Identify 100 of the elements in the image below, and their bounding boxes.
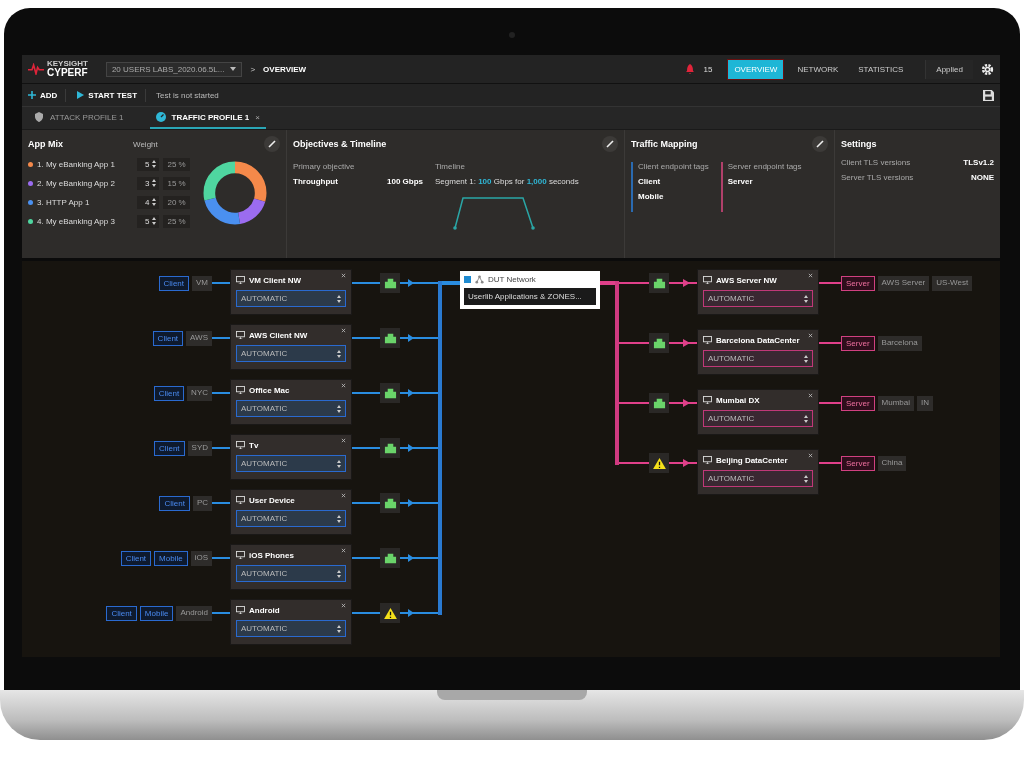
breadcrumb[interactable]: OVERVIEW xyxy=(263,64,307,74)
endpoint-card[interactable]: Beijing DataCenter AUTOMATIC xyxy=(697,449,819,495)
weight-spinner[interactable]: 5 xyxy=(137,157,160,171)
endpoint-tag[interactable]: Client xyxy=(120,551,152,566)
close-tab-button[interactable]: × xyxy=(255,112,260,122)
endpoint-card[interactable]: Mumbai DX AUTOMATIC xyxy=(697,389,819,435)
play-icon xyxy=(76,91,85,99)
close-icon[interactable] xyxy=(341,493,346,498)
close-icon[interactable] xyxy=(808,333,813,338)
network-port-icon[interactable] xyxy=(380,548,400,568)
checkbox[interactable] xyxy=(464,276,471,283)
endpoint-tag[interactable]: Client xyxy=(159,496,190,511)
endpoint-tag[interactable]: Mobile xyxy=(154,551,188,566)
alert-bell-icon[interactable] xyxy=(685,64,696,74)
stepper-icon xyxy=(152,217,157,225)
mode-dropdown[interactable]: AUTOMATIC xyxy=(703,470,813,487)
network-port-icon[interactable] xyxy=(649,333,669,353)
network-port-icon[interactable] xyxy=(380,328,400,348)
endpoint-tag[interactable]: Server xyxy=(841,276,875,291)
mode-dropdown[interactable]: AUTOMATIC xyxy=(236,290,346,307)
monitor-icon xyxy=(236,496,245,504)
alert-count: 15 xyxy=(703,64,713,74)
weight-spinner[interactable]: 5 xyxy=(137,214,160,228)
settings-icon[interactable] xyxy=(981,62,994,76)
nav-tab[interactable]: NETWORK xyxy=(791,59,845,79)
endpoint-tag[interactable]: China xyxy=(877,456,907,471)
nav-tab[interactable]: STATISTICS xyxy=(852,59,910,79)
endpoint-tag[interactable]: Server xyxy=(841,456,875,471)
endpoint-card[interactable]: Barcelona DataCenter AUTOMATIC xyxy=(697,329,819,375)
mode-dropdown[interactable]: AUTOMATIC xyxy=(703,290,813,307)
endpoint-tag[interactable]: Android xyxy=(176,606,212,621)
endpoint-tag[interactable]: Mobile xyxy=(139,606,174,621)
endpoint-tag[interactable]: Mumbai xyxy=(877,396,914,411)
endpoint-card[interactable]: VM Client NW AUTOMATIC xyxy=(230,269,352,315)
endpoint-tag[interactable]: NYC xyxy=(187,386,212,401)
close-icon[interactable] xyxy=(341,438,346,443)
endpoint-tag[interactable]: AWS xyxy=(186,331,212,346)
endpoint-tag[interactable]: Client xyxy=(152,331,184,346)
weight-spinner[interactable]: 3 xyxy=(137,176,160,190)
edit-button[interactable] xyxy=(264,136,280,152)
network-port-icon[interactable] xyxy=(380,438,400,458)
endpoint-tag[interactable]: SYD xyxy=(187,441,212,456)
field-label: Primary objective xyxy=(293,162,356,171)
endpoint-card[interactable]: AWS Server NW AUTOMATIC xyxy=(697,269,819,315)
close-icon[interactable] xyxy=(808,453,813,458)
endpoint-tag[interactable]: Client xyxy=(153,386,185,401)
mode-dropdown[interactable]: AUTOMATIC xyxy=(236,565,346,582)
session-dropdown[interactable]: 20 USERS LABS_2020.06.5L... xyxy=(105,61,243,77)
endpoint-tag[interactable]: IN xyxy=(917,396,933,411)
profile-tab[interactable]: ATTACK PROFILE 1 xyxy=(28,107,130,129)
endpoint-tag[interactable]: VM xyxy=(192,276,212,291)
close-icon[interactable] xyxy=(341,603,346,608)
connector-line xyxy=(819,282,841,284)
mode-dropdown[interactable]: AUTOMATIC xyxy=(703,410,813,427)
edit-button[interactable] xyxy=(602,136,618,152)
endpoint-tag[interactable]: iOS xyxy=(190,551,212,566)
close-icon[interactable] xyxy=(341,273,346,278)
mode-dropdown[interactable]: AUTOMATIC xyxy=(236,620,346,637)
endpoint-tag[interactable]: Server xyxy=(841,396,875,411)
network-port-icon[interactable] xyxy=(649,393,669,413)
applications-button[interactable]: Userlib Applications & ZONES... xyxy=(464,288,596,305)
mode-dropdown[interactable]: AUTOMATIC xyxy=(236,455,346,472)
endpoint-tag[interactable]: AWS Server xyxy=(877,276,930,291)
close-icon[interactable] xyxy=(341,383,346,388)
network-port-icon[interactable] xyxy=(380,273,400,293)
endpoint-tag[interactable]: Barcelona xyxy=(877,336,922,351)
save-icon[interactable] xyxy=(983,89,994,101)
dut-card[interactable]: DUT Network Userlib Applications & ZONES... xyxy=(460,271,600,309)
start-test-button[interactable]: START TEST xyxy=(76,88,147,102)
close-icon[interactable] xyxy=(808,393,813,398)
weight-spinner[interactable]: 4 xyxy=(137,195,160,209)
network-port-icon[interactable] xyxy=(649,273,669,293)
network-port-icon[interactable] xyxy=(380,383,400,403)
mode-dropdown[interactable]: AUTOMATIC xyxy=(236,400,346,417)
close-icon[interactable] xyxy=(341,548,346,553)
endpoint-tag[interactable]: PC xyxy=(192,496,212,511)
endpoint-tag[interactable]: Server xyxy=(841,336,875,351)
mode-dropdown[interactable]: AUTOMATIC xyxy=(703,350,813,367)
endpoint-tag[interactable]: Client xyxy=(106,606,137,621)
endpoint-card[interactable]: Office Mac AUTOMATIC xyxy=(230,379,352,425)
add-button[interactable]: ADD xyxy=(28,88,67,102)
endpoint-card[interactable]: Android AUTOMATIC xyxy=(230,599,352,645)
edit-button[interactable] xyxy=(812,136,828,152)
mode-dropdown[interactable]: AUTOMATIC xyxy=(236,345,346,362)
endpoint-tag[interactable]: Client xyxy=(154,441,185,456)
warning-icon[interactable] xyxy=(649,453,669,473)
network-port-icon[interactable] xyxy=(380,493,400,513)
endpoint-card[interactable]: iOS Phones AUTOMATIC xyxy=(230,544,352,590)
endpoint-card[interactable]: Tv AUTOMATIC xyxy=(230,434,352,480)
mode-dropdown[interactable]: AUTOMATIC xyxy=(236,510,346,527)
endpoint-tag[interactable]: Client xyxy=(158,276,189,291)
endpoint-tag[interactable]: US-West xyxy=(932,276,973,291)
stepper-icon xyxy=(337,294,341,303)
close-icon[interactable] xyxy=(808,273,813,278)
field-label: Timeline xyxy=(435,162,466,171)
endpoint-card[interactable]: AWS Client NW AUTOMATIC xyxy=(230,324,352,370)
close-icon[interactable] xyxy=(341,328,346,333)
warning-icon[interactable] xyxy=(380,603,400,623)
arrow-connector xyxy=(400,334,438,342)
endpoint-card[interactable]: User Device AUTOMATIC xyxy=(230,489,352,535)
